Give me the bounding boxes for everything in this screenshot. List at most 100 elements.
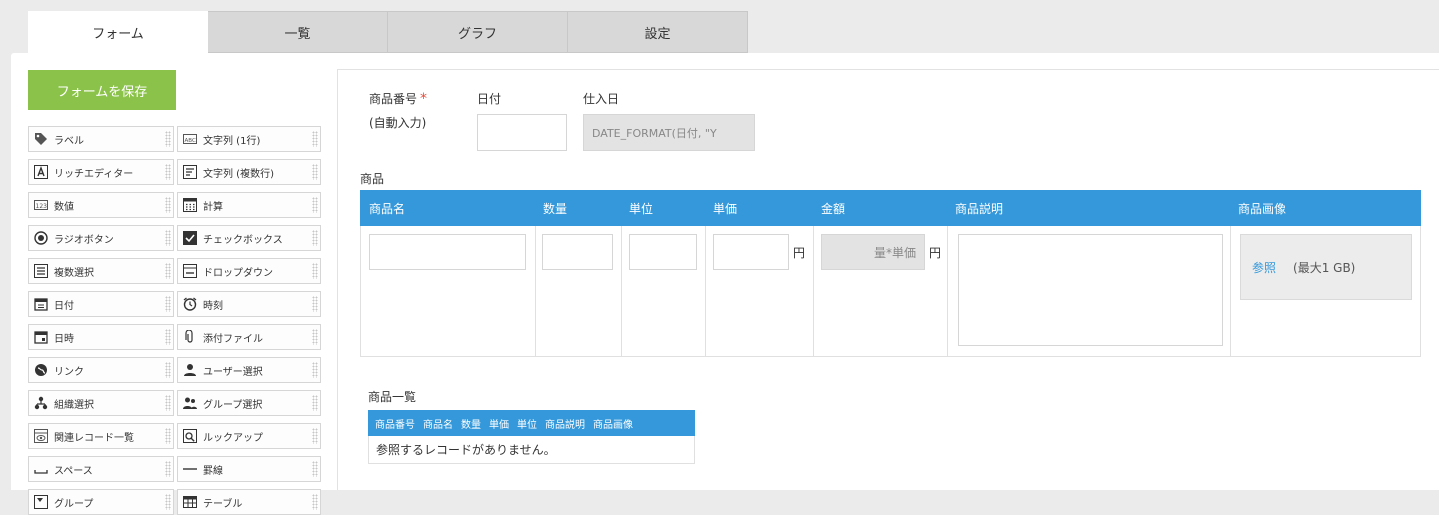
amount-formula-field[interactable]: 量*単価 xyxy=(821,234,925,270)
drag-handle-icon[interactable] xyxy=(165,197,171,213)
product-table-row: 円 量*単価 円 参照 (最大1 GB) xyxy=(360,226,1421,357)
table-icon xyxy=(183,495,197,509)
part-attachment[interactable]: 添付ファイル xyxy=(177,324,321,350)
browse-link[interactable]: 参照 xyxy=(1252,259,1276,276)
part-table[interactable]: テーブル xyxy=(177,489,321,515)
column-header: 商品画像 xyxy=(1238,201,1287,216)
column-divider xyxy=(947,226,948,356)
date-input[interactable] xyxy=(477,114,567,151)
part-label-text: 日付 xyxy=(54,300,74,312)
drag-handle-icon[interactable] xyxy=(312,296,318,312)
drag-handle-icon[interactable] xyxy=(312,164,318,180)
required-mark: * xyxy=(420,91,428,107)
part-org-select[interactable]: 組織選択 xyxy=(28,390,174,416)
part-label[interactable]: ラベル xyxy=(28,126,174,152)
part-datetime[interactable]: 日時 xyxy=(28,324,174,350)
svg-text:123: 123 xyxy=(36,203,48,210)
attachment-icon xyxy=(183,330,197,344)
description-textarea[interactable] xyxy=(958,234,1223,346)
part-label-text: 関連レコード一覧 xyxy=(54,432,134,444)
rich-editor-icon xyxy=(34,165,48,179)
drag-handle-icon[interactable] xyxy=(312,494,318,510)
drag-handle-icon[interactable] xyxy=(165,428,171,444)
part-label-text: ルックアップ xyxy=(203,432,263,444)
drag-handle-icon[interactable] xyxy=(312,428,318,444)
drag-handle-icon[interactable] xyxy=(165,263,171,279)
drag-handle-icon[interactable] xyxy=(312,230,318,246)
part-label-text: 数値 xyxy=(54,201,74,213)
part-space[interactable]: スペース xyxy=(28,456,174,482)
org-select-icon xyxy=(34,396,48,410)
part-date[interactable]: 日付 xyxy=(28,291,174,317)
drag-handle-icon[interactable] xyxy=(312,461,318,477)
part-label-text: チェックボックス xyxy=(203,234,283,246)
product-number-field[interactable]: 商品番号 * xyxy=(369,90,427,107)
drag-handle-icon[interactable] xyxy=(312,362,318,378)
tab-settings[interactable]: 設定 xyxy=(568,11,748,53)
column-header: 商品名 xyxy=(369,201,406,216)
drag-handle-icon[interactable] xyxy=(165,230,171,246)
tab-list[interactable]: 一覧 xyxy=(208,11,388,53)
part-multi-select[interactable]: 複数選択 xyxy=(28,258,174,284)
part-user-select[interactable]: ユーザー選択 xyxy=(177,357,321,383)
product-name-input[interactable] xyxy=(369,234,526,270)
drag-handle-icon[interactable] xyxy=(165,362,171,378)
unit-input[interactable] xyxy=(629,234,697,270)
purchase-date-label: 仕入日 xyxy=(583,92,620,106)
date-field-label: 日付 xyxy=(477,92,502,106)
part-checkbox[interactable]: チェックボックス xyxy=(177,225,321,251)
part-group[interactable]: グループ xyxy=(28,489,174,515)
part-calc[interactable]: 計算 xyxy=(177,192,321,218)
drag-handle-icon[interactable] xyxy=(165,395,171,411)
part-dropdown[interactable]: ドロップダウン xyxy=(177,258,321,284)
part-text-multi[interactable]: 文字列 (複数行) xyxy=(177,159,321,185)
part-number[interactable]: 123 数値 xyxy=(28,192,174,218)
group-icon xyxy=(34,495,48,509)
column-header: 金額 xyxy=(821,201,846,216)
part-radio[interactable]: ラジオボタン xyxy=(28,225,174,251)
column-divider xyxy=(621,226,622,356)
column-header: 商品画像 xyxy=(593,419,633,431)
drag-handle-icon[interactable] xyxy=(165,329,171,345)
save-form-button[interactable]: フォームを保存 xyxy=(28,70,176,110)
drag-handle-icon[interactable] xyxy=(165,131,171,147)
drag-handle-icon[interactable] xyxy=(165,494,171,510)
drag-handle-icon[interactable] xyxy=(165,296,171,312)
column-header: 単価 xyxy=(713,201,738,216)
calendar-datetime-icon xyxy=(34,330,48,344)
part-label-text: テーブル xyxy=(203,498,243,510)
part-group-select[interactable]: グループ選択 xyxy=(177,390,321,416)
divider-line-icon xyxy=(183,462,197,476)
clock-icon xyxy=(183,297,197,311)
column-divider xyxy=(813,226,814,356)
related-list-header: 商品番号 商品名 数量 単価 単位 商品説明 商品画像 xyxy=(368,410,695,436)
quantity-input[interactable] xyxy=(542,234,613,270)
drag-handle-icon[interactable] xyxy=(312,131,318,147)
unit-price-input[interactable] xyxy=(713,234,789,270)
part-label-text: ラジオボタン xyxy=(54,234,114,246)
part-rich-editor[interactable]: リッチエディター xyxy=(28,159,174,185)
part-link[interactable]: リンク xyxy=(28,357,174,383)
form-editor-panel: フォームを保存 ラベル リッチエディター 123 数値 ラジオボタン 複数選択 … xyxy=(11,53,1439,515)
field-label: 商品番号 xyxy=(369,92,418,106)
part-label-text: ラベル xyxy=(54,135,84,147)
part-related-records[interactable]: 関連レコード一覧 xyxy=(28,423,174,449)
globe-link-icon xyxy=(34,363,48,377)
auto-input-note: (自動入力) xyxy=(369,116,427,130)
drag-handle-icon[interactable] xyxy=(165,461,171,477)
tab-form[interactable]: フォーム xyxy=(28,11,208,54)
part-divider[interactable]: 罫線 xyxy=(177,456,321,482)
drag-handle-icon[interactable] xyxy=(312,263,318,279)
drag-handle-icon[interactable] xyxy=(312,197,318,213)
part-lookup[interactable]: ルックアップ xyxy=(177,423,321,449)
drag-handle-icon[interactable] xyxy=(165,164,171,180)
part-text-single[interactable]: ABC 文字列 (1行) xyxy=(177,126,321,152)
drag-handle-icon[interactable] xyxy=(312,395,318,411)
tab-graph[interactable]: グラフ xyxy=(388,11,568,53)
column-header: 単位 xyxy=(629,201,654,216)
space-icon xyxy=(34,462,48,476)
purchase-date-formula[interactable]: DATE_FORMAT(日付, "Y xyxy=(583,114,755,151)
drag-handle-icon[interactable] xyxy=(312,329,318,345)
column-header: 商品番号 xyxy=(375,419,415,431)
part-time[interactable]: 時刻 xyxy=(177,291,321,317)
